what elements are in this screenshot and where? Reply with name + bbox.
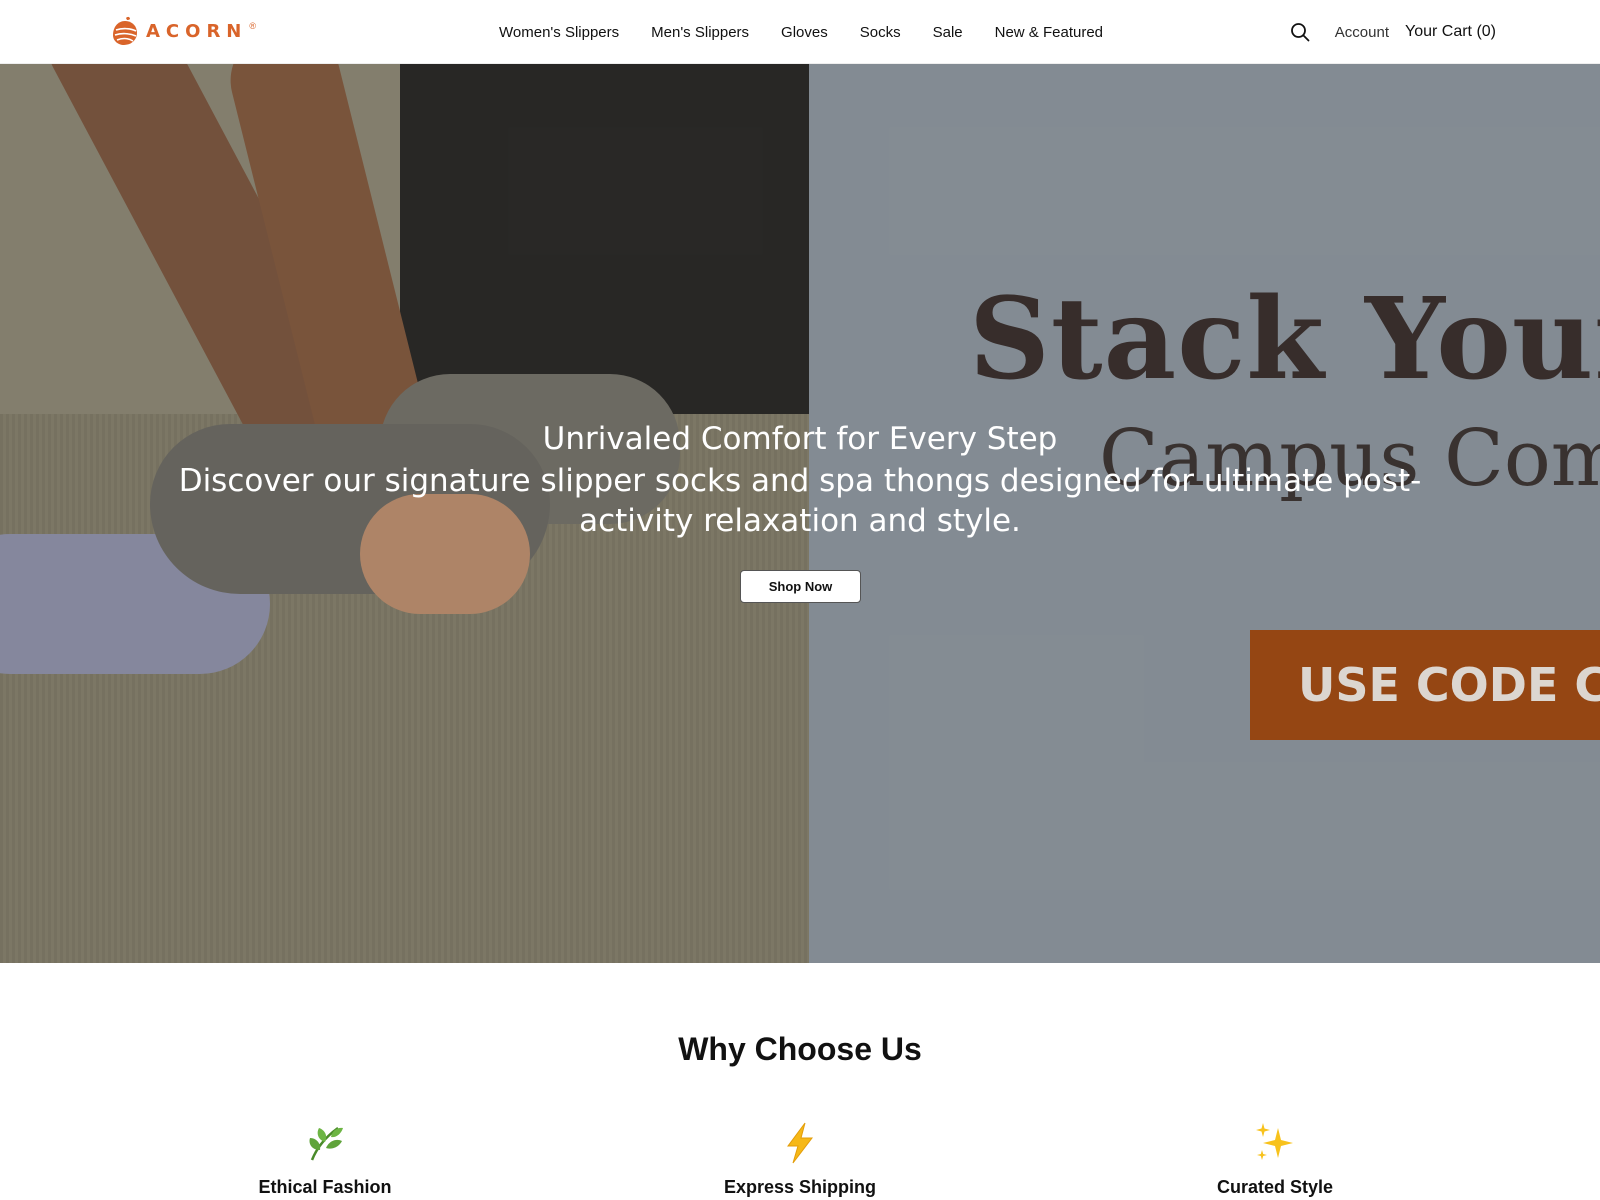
- nav-item-new-featured[interactable]: New & Featured: [995, 24, 1103, 41]
- hero-heading: Unrivaled Comfort for Every Step: [542, 421, 1058, 457]
- search-button[interactable]: [1289, 21, 1311, 43]
- brand-logo[interactable]: ACORN ®: [112, 16, 256, 46]
- search-icon: [1290, 23, 1310, 42]
- sparkles-icon: [1125, 1120, 1425, 1166]
- brand-name: ACORN: [146, 20, 248, 42]
- nav-item-sale[interactable]: Sale: [933, 24, 963, 41]
- cart-link[interactable]: Your Cart (0): [1405, 23, 1496, 41]
- hero-banner: Stack Your Campus Comfo USE CODE CA Unri…: [0, 64, 1600, 963]
- nav-item-gloves[interactable]: Gloves: [781, 24, 828, 41]
- nav-item-socks[interactable]: Socks: [860, 24, 901, 41]
- feature-express-shipping: Express Shipping: [650, 1120, 950, 1198]
- shop-now-button[interactable]: Shop Now: [740, 570, 861, 603]
- acorn-logo-icon: [113, 16, 137, 45]
- main-nav: Women's Slippers Men's Slippers Gloves S…: [499, 0, 1103, 64]
- feature-curated-style: Curated Style: [1125, 1120, 1425, 1198]
- feature-ethical-fashion: Ethical Fashion: [175, 1120, 475, 1198]
- site-header: ACORN ® Women's Slippers Men's Slippers …: [0, 0, 1600, 64]
- header-actions: Account Your Cart (0): [1289, 0, 1496, 64]
- nav-item-mens-slippers[interactable]: Men's Slippers: [651, 24, 749, 41]
- feature-label: Express Shipping: [723, 1177, 877, 1197]
- leaf-icon: [175, 1120, 475, 1166]
- lightning-icon: [650, 1120, 950, 1166]
- feature-label: Curated Style: [1216, 1177, 1334, 1197]
- account-link[interactable]: Account: [1335, 24, 1389, 41]
- nav-item-womens-slippers[interactable]: Women's Slippers: [499, 24, 619, 41]
- hero-subheading: Discover our signature slipper socks and…: [178, 463, 1422, 539]
- hero-content: Unrivaled Comfort for Every Step Discove…: [0, 64, 1600, 963]
- why-choose-us-heading: Why Choose Us: [678, 1031, 922, 1067]
- registered-mark: ®: [249, 21, 257, 31]
- feature-label: Ethical Fashion: [258, 1177, 392, 1197]
